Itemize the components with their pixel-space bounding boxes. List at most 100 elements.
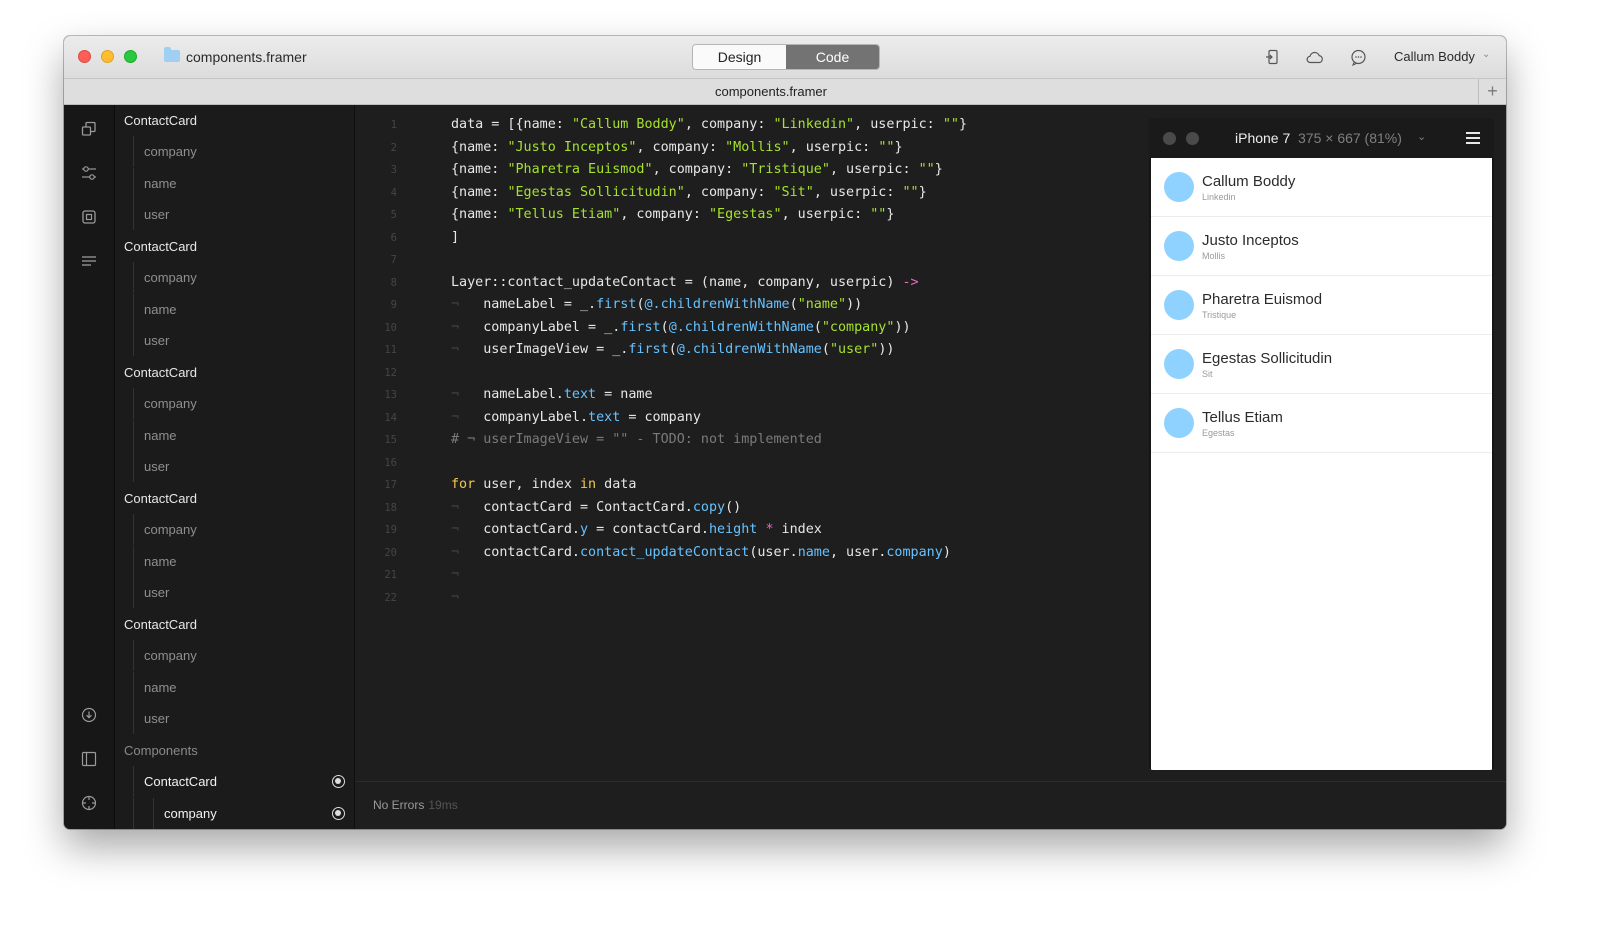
code-line: 11 ¬ userImageView = _.first(@.childrenWi… <box>384 342 895 357</box>
code-line: 8 Layer::contact_updateContact = (name, c… <box>390 275 919 290</box>
layer-user[interactable]: user <box>115 577 354 608</box>
layer-company[interactable]: company <box>115 640 354 671</box>
layer-company[interactable]: company <box>115 514 354 545</box>
layer-user[interactable]: user <box>115 199 354 230</box>
layer-contactcard[interactable]: ContactCard <box>115 231 354 262</box>
new-tab-button[interactable]: + <box>1478 79 1506 104</box>
contact-card[interactable]: Justo Inceptos Mollis <box>1151 217 1492 276</box>
code-mode-tab[interactable]: Code <box>786 45 879 69</box>
device-toolbar: iPhone 7 375 × 667 (81%) ⌄ <box>1149 118 1494 158</box>
code-line: 1 data = [{name: "Callum Boddy", company:… <box>390 117 967 132</box>
contact-card[interactable]: Callum Boddy Linkedin <box>1151 158 1492 217</box>
code-editor[interactable]: 1 data = [{name: "Callum Boddy", company:… <box>355 105 1149 781</box>
target-icon[interactable] <box>332 775 345 788</box>
status-bar: No Errors 19ms <box>355 781 1506 829</box>
layer-name[interactable]: name <box>115 420 354 451</box>
code-line: 9 ¬ nameLabel = _.first(@.childrenWithNam… <box>390 297 863 312</box>
cloud-icon[interactable] <box>1306 48 1324 66</box>
contact-card[interactable]: Pharetra Euismod Tristique <box>1151 276 1492 335</box>
layer-user[interactable]: user <box>115 451 354 482</box>
contact-name: Egestas Sollicitudin <box>1202 350 1333 367</box>
contact-card[interactable]: Egestas Sollicitudin Sit <box>1151 335 1492 394</box>
layer-user[interactable]: user <box>115 325 354 356</box>
framer-window: components.framer Design Code Callum Bod… <box>64 36 1506 829</box>
code-line: 22 ¬ <box>384 590 460 605</box>
code-line: 4 {name: "Egestas Sollicitudin", company:… <box>390 185 927 200</box>
layer-name[interactable]: name <box>115 168 354 199</box>
device-screen[interactable]: Callum Boddy Linkedin Justo Inceptos Mol… <box>1151 158 1492 770</box>
properties-icon[interactable] <box>80 164 98 182</box>
code-line: 6] <box>390 230 460 245</box>
layer-contactcard[interactable]: ContactCard <box>115 357 354 388</box>
code-line: 12 <box>384 367 397 379</box>
layer-name[interactable]: name <box>115 546 354 577</box>
layer-company[interactable]: company <box>115 262 354 293</box>
component-layer-company[interactable]: company <box>115 798 354 829</box>
account-menu[interactable]: Callum Boddy <box>1394 49 1475 64</box>
device-selector[interactable]: iPhone 7 <box>1235 130 1290 146</box>
import-icon[interactable] <box>80 706 98 724</box>
contact-company: Linkedin <box>1202 192 1236 202</box>
contact-name: Tellus Etiam <box>1202 409 1283 426</box>
layer-contactcard[interactable]: ContactCard <box>115 105 354 136</box>
avatar <box>1164 172 1194 202</box>
contact-card[interactable]: Tellus Etiam Egestas <box>1151 394 1492 453</box>
title-bar: components.framer Design Code Callum Bod… <box>64 36 1506 79</box>
avatar <box>1164 408 1194 438</box>
avatar <box>1164 290 1194 320</box>
component-contactcard[interactable]: ContactCard <box>115 766 354 797</box>
code-line: 19 ¬ contactCard.y = contactCard.height *… <box>384 522 822 537</box>
layer-contactcard[interactable]: ContactCard <box>115 483 354 514</box>
code-line: 20 ¬ contactCard.contact_updateContact(us… <box>384 545 951 560</box>
minimize-window-button[interactable] <box>101 50 114 63</box>
code-line: 2 {name: "Justo Inceptos", company: "Moll… <box>390 140 903 155</box>
chevron-down-icon[interactable]: ⌄ <box>1417 130 1426 143</box>
maximize-window-button[interactable] <box>124 50 137 63</box>
target-icon[interactable] <box>332 807 345 820</box>
sidebar-rail <box>64 105 115 829</box>
code-line: 10 ¬ companyLabel = _.first(@.childrenWit… <box>384 320 911 335</box>
contact-company: Sit <box>1202 369 1213 379</box>
comment-icon[interactable] <box>1349 48 1367 66</box>
code-line: 16 <box>384 457 397 469</box>
layer-contactcard[interactable]: ContactCard <box>115 609 354 640</box>
code-line: 3 {name: "Pharetra Euismod", company: "Tr… <box>390 162 943 177</box>
hamburger-menu-icon[interactable] <box>1466 132 1480 144</box>
mirror-device-icon[interactable] <box>1264 48 1282 66</box>
code-line: 13 ¬ nameLabel.text = name <box>384 387 653 402</box>
design-mode-tab[interactable]: Design <box>693 45 786 69</box>
layer-name[interactable]: name <box>115 294 354 325</box>
layers-icon[interactable] <box>80 120 98 138</box>
folder-icon <box>164 47 180 62</box>
layers-panel: ContactCard company name user ContactCar… <box>115 105 355 829</box>
tab-document[interactable]: components.framer <box>64 84 1478 99</box>
layer-company[interactable]: company <box>115 388 354 419</box>
components-icon[interactable] <box>80 208 98 226</box>
error-status: No Errors 19ms <box>373 798 458 812</box>
code-line: 7 <box>390 254 397 266</box>
preview-close-button[interactable] <box>1163 132 1176 145</box>
components-section-header[interactable]: Components <box>115 735 354 766</box>
panel-icon[interactable] <box>80 750 98 768</box>
preview-minimize-button[interactable] <box>1186 132 1199 145</box>
code-line: 17 for user, index in data <box>384 477 637 492</box>
text-list-icon[interactable] <box>80 252 98 270</box>
layer-name[interactable]: name <box>115 672 354 703</box>
contact-company: Mollis <box>1202 251 1226 261</box>
code-line: 5 {name: "Tellus Etiam", company: "Egesta… <box>390 207 895 222</box>
target-icon[interactable] <box>80 794 98 812</box>
layer-company[interactable]: company <box>115 136 354 167</box>
chevron-down-icon[interactable]: ⌄ <box>1482 49 1490 60</box>
mode-switch: Design Code <box>692 44 880 70</box>
device-preview: iPhone 7 375 × 667 (81%) ⌄ Callum Boddy … <box>1149 118 1494 770</box>
avatar <box>1164 349 1194 379</box>
close-window-button[interactable] <box>78 50 91 63</box>
layer-user[interactable]: user <box>115 703 354 734</box>
contact-name: Justo Inceptos <box>1202 232 1299 249</box>
code-line: 21 ¬ <box>384 567 460 582</box>
contact-name: Pharetra Euismod <box>1202 291 1323 308</box>
document-title: components.framer <box>186 49 307 65</box>
contact-company: Egestas <box>1202 428 1235 438</box>
code-line: 18 ¬ contactCard = ContactCard.copy() <box>384 500 742 515</box>
device-size-label: 375 × 667 (81%) <box>1298 130 1402 146</box>
